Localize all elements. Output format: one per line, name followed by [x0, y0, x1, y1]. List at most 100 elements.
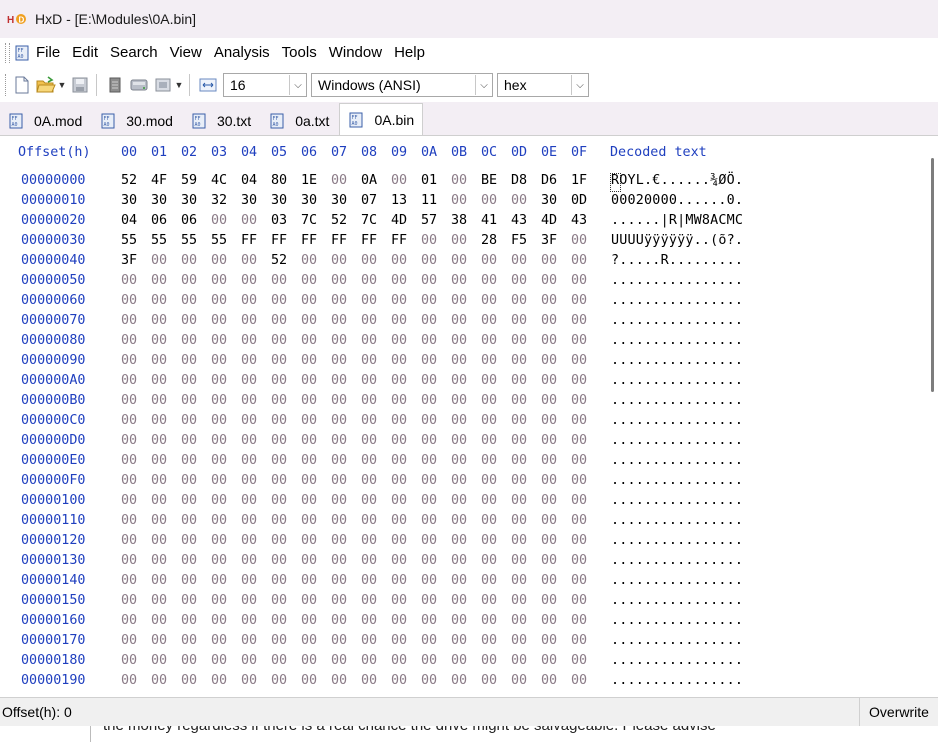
- hex-byte[interactable]: 00: [421, 293, 437, 308]
- hex-byte[interactable]: 00: [121, 293, 137, 308]
- scrollbar-thumb[interactable]: [931, 158, 934, 392]
- hex-byte[interactable]: 00: [331, 333, 347, 348]
- open-memory-button[interactable]: [152, 74, 174, 96]
- row-offset[interactable]: 00000030: [21, 233, 86, 248]
- hex-byte[interactable]: 00: [151, 393, 167, 408]
- menu-file[interactable]: File: [30, 38, 66, 68]
- hex-byte[interactable]: 30: [121, 193, 137, 208]
- hex-byte[interactable]: 00: [211, 353, 227, 368]
- hex-byte[interactable]: 00: [541, 253, 557, 268]
- hex-byte[interactable]: 00: [151, 333, 167, 348]
- hex-byte[interactable]: 00: [181, 433, 197, 448]
- hex-byte[interactable]: 00: [331, 173, 347, 188]
- hex-byte[interactable]: 00: [481, 673, 497, 688]
- hex-byte[interactable]: 00: [511, 533, 527, 548]
- hex-byte[interactable]: 00: [301, 673, 317, 688]
- hex-byte[interactable]: 00: [271, 653, 287, 668]
- hex-byte[interactable]: 00: [301, 573, 317, 588]
- hex-byte[interactable]: 00: [241, 413, 257, 428]
- hex-byte[interactable]: 00: [181, 453, 197, 468]
- decoded-text[interactable]: ................: [611, 493, 743, 508]
- hex-byte[interactable]: 00: [571, 353, 587, 368]
- hex-byte[interactable]: 00: [241, 633, 257, 648]
- hex-byte[interactable]: 00: [301, 273, 317, 288]
- hex-byte[interactable]: 00: [391, 653, 407, 668]
- hex-byte[interactable]: 00: [571, 533, 587, 548]
- hex-byte[interactable]: 00: [511, 513, 527, 528]
- hex-byte[interactable]: 00: [541, 453, 557, 468]
- hex-byte[interactable]: 00: [481, 373, 497, 388]
- hex-byte[interactable]: 00: [571, 513, 587, 528]
- hex-byte[interactable]: 00: [451, 173, 467, 188]
- hex-byte[interactable]: 00: [541, 513, 557, 528]
- properties-button[interactable]: [104, 74, 126, 96]
- decoded-text[interactable]: ?.....R.........: [611, 253, 743, 268]
- hex-byte[interactable]: 00: [421, 333, 437, 348]
- tab-0a-txt[interactable]: FF A0 0a.txt: [261, 107, 337, 135]
- hex-byte[interactable]: 00: [361, 313, 377, 328]
- hex-byte[interactable]: 00: [331, 553, 347, 568]
- offset-base-select[interactable]: hex ⌵: [497, 73, 589, 97]
- hex-byte[interactable]: 00: [511, 633, 527, 648]
- hex-byte[interactable]: 00: [301, 433, 317, 448]
- hex-byte[interactable]: 00: [151, 293, 167, 308]
- chevron-down-icon[interactable]: ⌵: [289, 75, 306, 95]
- decoded-text[interactable]: ................: [611, 333, 743, 348]
- hex-byte[interactable]: 00: [301, 473, 317, 488]
- hex-byte[interactable]: 00: [361, 513, 377, 528]
- hex-byte[interactable]: 00: [391, 273, 407, 288]
- hex-byte[interactable]: 00: [121, 413, 137, 428]
- decoded-text[interactable]: 00020000......0.: [611, 193, 743, 208]
- hex-byte[interactable]: 00: [241, 293, 257, 308]
- hex-byte[interactable]: 00: [301, 553, 317, 568]
- toolbar-grip[interactable]: [5, 74, 9, 96]
- hex-byte[interactable]: 00: [181, 593, 197, 608]
- hex-byte[interactable]: 00: [391, 553, 407, 568]
- hex-byte[interactable]: D8: [511, 173, 527, 188]
- hex-byte[interactable]: 3F: [541, 233, 557, 248]
- bytes-per-row-select[interactable]: 16 ⌵: [223, 73, 307, 97]
- hex-byte[interactable]: 00: [571, 373, 587, 388]
- hex-byte[interactable]: 00: [151, 553, 167, 568]
- hex-byte[interactable]: 00: [391, 453, 407, 468]
- row-offset[interactable]: 000000A0: [21, 373, 86, 388]
- hex-byte[interactable]: 00: [271, 333, 287, 348]
- hex-byte[interactable]: 00: [451, 673, 467, 688]
- hex-byte[interactable]: 00: [151, 653, 167, 668]
- hex-byte[interactable]: 00: [211, 613, 227, 628]
- hex-byte[interactable]: 30: [331, 193, 347, 208]
- hex-byte[interactable]: FF: [301, 233, 317, 248]
- hex-byte[interactable]: 00: [511, 673, 527, 688]
- hex-byte[interactable]: 00: [331, 573, 347, 588]
- hex-byte[interactable]: 00: [511, 353, 527, 368]
- hex-byte[interactable]: 00: [331, 593, 347, 608]
- vertical-scrollbar[interactable]: [928, 136, 938, 696]
- row-offset[interactable]: 00000060: [21, 293, 86, 308]
- hex-byte[interactable]: 00: [451, 193, 467, 208]
- hex-byte[interactable]: 00: [391, 573, 407, 588]
- hex-byte[interactable]: 00: [391, 393, 407, 408]
- hex-byte[interactable]: 00: [571, 673, 587, 688]
- hex-byte[interactable]: 00: [271, 433, 287, 448]
- hex-byte[interactable]: 00: [541, 593, 557, 608]
- hex-byte[interactable]: 00: [151, 373, 167, 388]
- hex-byte[interactable]: 00: [271, 473, 287, 488]
- decoded-text[interactable]: ................: [611, 473, 743, 488]
- hex-byte[interactable]: 00: [121, 493, 137, 508]
- hex-byte[interactable]: 00: [181, 513, 197, 528]
- hex-byte[interactable]: 00: [511, 493, 527, 508]
- hex-byte[interactable]: BE: [481, 173, 497, 188]
- row-offset[interactable]: 000000D0: [21, 433, 86, 448]
- status-mode[interactable]: Overwrite: [859, 698, 938, 726]
- row-offset[interactable]: 00000120: [21, 533, 86, 548]
- hex-byte[interactable]: 00: [451, 373, 467, 388]
- hex-byte[interactable]: 00: [481, 253, 497, 268]
- hex-byte[interactable]: 00: [511, 313, 527, 328]
- hex-byte[interactable]: 00: [541, 633, 557, 648]
- hex-byte[interactable]: FF: [331, 233, 347, 248]
- decoded-text[interactable]: ................: [611, 533, 743, 548]
- row-offset[interactable]: 00000150: [21, 593, 86, 608]
- decoded-text[interactable]: ................: [611, 393, 743, 408]
- hex-byte[interactable]: 00: [361, 533, 377, 548]
- hex-byte[interactable]: 00: [361, 473, 377, 488]
